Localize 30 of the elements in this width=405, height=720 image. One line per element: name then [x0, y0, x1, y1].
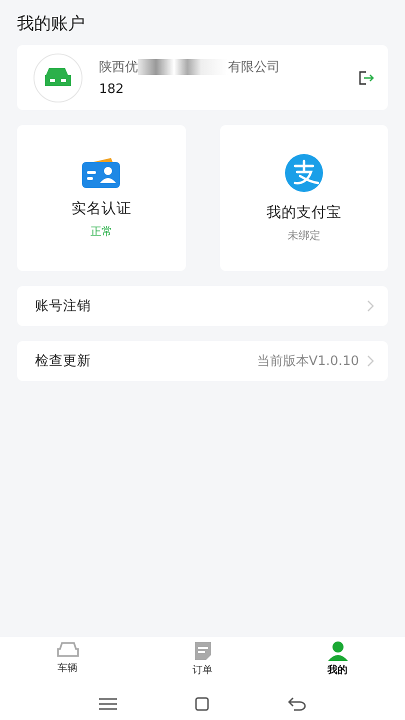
phone-number: 182 — [99, 82, 125, 97]
feature-card[interactable]: 我的支付宝 未绑定 — [220, 125, 388, 271]
page-title: 我的账户 — [17, 13, 86, 35]
logout-icon[interactable] — [358, 70, 374, 84]
feature-card[interactable]: 实名认证 正常 — [17, 125, 186, 271]
tab[interactable]: 车辆 — [0, 641, 135, 687]
tab[interactable]: 我的 — [270, 641, 405, 687]
row-label: 检查更新 — [35, 352, 92, 370]
company-name-start: 陕西优 — [99, 59, 138, 76]
company-name-end: 有限公司 — [228, 59, 280, 76]
back-icon[interactable] — [288, 696, 306, 710]
car-logo-icon — [33, 52, 83, 102]
settings-row[interactable]: 检查更新 当前版本V1.0.10 — [17, 341, 388, 381]
payment-logo-icon — [284, 153, 324, 193]
car-icon — [56, 641, 80, 659]
person-icon — [326, 641, 348, 661]
row-label: 账号注销 — [35, 297, 92, 315]
chevron-right-icon — [367, 300, 374, 312]
menu-icon[interactable] — [99, 698, 118, 710]
document-icon — [192, 641, 212, 661]
card-title: 我的支付宝 — [266, 204, 342, 222]
card-status: 正常 — [90, 224, 112, 239]
row-value: 当前版本V1.0.10 — [256, 353, 359, 370]
settings-row[interactable]: 账号注销 — [17, 286, 388, 326]
square-icon[interactable] — [195, 696, 210, 710]
chevron-right-icon — [367, 355, 374, 367]
tab[interactable]: 订单 — [135, 641, 270, 687]
card-status: 未绑定 — [287, 228, 320, 243]
id-card-icon — [81, 157, 122, 189]
card-title: 实名认证 — [71, 200, 132, 218]
